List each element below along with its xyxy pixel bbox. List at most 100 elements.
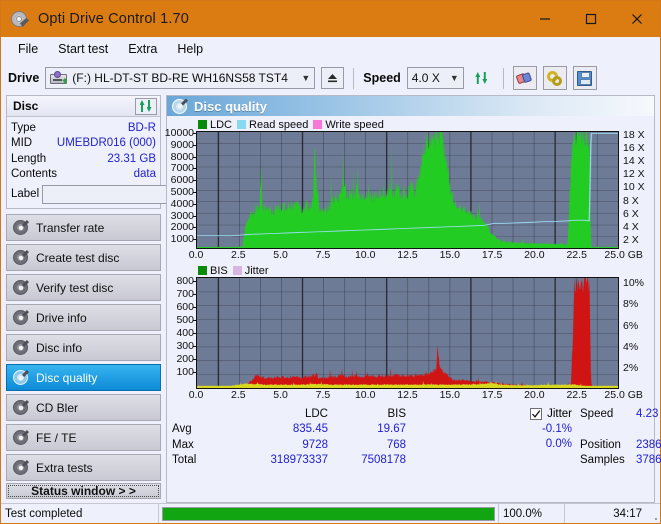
sidebar-item-transfer-rate[interactable]: Transfer rate — [6, 214, 161, 241]
axis-tick-label: 8000 — [170, 150, 194, 163]
disc-row-contents: Contents data — [11, 167, 156, 183]
erase-button[interactable] — [512, 66, 537, 90]
disc-icon — [13, 400, 29, 415]
disc-row-key: Contents — [11, 168, 58, 181]
disc-row-value: 23.31 GB — [107, 152, 156, 165]
title-bar: Opti Drive Control 1.70 — [1, 1, 660, 37]
floppy-save-icon — [577, 70, 593, 86]
jitter-checkbox[interactable] — [530, 407, 543, 420]
speed-select-value: 4.0 X — [411, 71, 440, 85]
progress-percent: 100.0% — [498, 504, 564, 523]
axis-tick-label: 10.0 — [354, 389, 376, 401]
sidebar-item-cd-bler[interactable]: CD Bler — [6, 394, 161, 421]
disc-icon — [13, 430, 29, 445]
disc-row-key: Length — [11, 152, 47, 165]
disc-row-mid: MID UMEBDR016 (000) — [11, 136, 156, 152]
ldc-x-axis: 0.0 2.5 5.0 7.5 10.0 12.5 15.0 17.5 20.0 22.5 25.0… — [189, 249, 643, 262]
measurement-key: Position — [580, 438, 621, 451]
sidebar-item-disc-info[interactable]: Disc info — [6, 334, 161, 361]
page-title: Disc quality — [194, 98, 267, 114]
axis-tick-label: 800 — [176, 275, 194, 287]
axis-tick-label: 600 — [176, 301, 194, 313]
sidebar-item-label: Create test disc — [36, 250, 120, 265]
speed-select[interactable]: 4.0 X ▼ — [406, 67, 464, 89]
bis-jitter-axis: 10% 8% 6% 4% 2% — [619, 277, 651, 389]
stats-table: LDC BIS Avg 835.45 19.67 Max 9728 768 To… — [172, 406, 462, 498]
disc-icon — [13, 280, 29, 295]
axis-tick-label: 20.0 — [524, 389, 545, 401]
axis-tick-label: 18 X — [623, 129, 645, 141]
sidebar-item-label: Disc quality — [36, 370, 98, 385]
maximize-icon[interactable] — [568, 1, 614, 37]
disc-label-caption: Label — [11, 188, 40, 200]
gear-tools-icon — [546, 70, 563, 86]
status-message: Test completed — [1, 504, 159, 523]
menu-item-file[interactable]: File — [9, 39, 47, 59]
sidebar-item-fe-te[interactable]: FE / TE — [6, 424, 161, 451]
refresh-button[interactable] — [470, 66, 494, 90]
app-window: Opti Drive Control 1.70 File Start test … — [0, 0, 661, 524]
bis-legend: BIS Jitter — [170, 264, 651, 277]
menu-bar: File Start test Extra Help — [1, 37, 660, 61]
refresh-arrows-icon — [139, 100, 153, 112]
disc-icon — [13, 310, 29, 325]
close-icon[interactable] — [614, 1, 660, 37]
menu-item-start-test[interactable]: Start test — [49, 39, 117, 59]
axis-tick-label: 3000 — [170, 209, 194, 222]
measurement-row-samples: Samples 378689 — [580, 453, 661, 469]
stats-row-total: Total 318973337 7508178 — [172, 453, 462, 469]
legend-swatch — [198, 266, 207, 275]
legend-swatch — [237, 120, 247, 129]
eject-button[interactable] — [321, 67, 345, 89]
tools-button[interactable] — [542, 66, 567, 90]
axis-tick-label: 5.0 — [273, 389, 288, 401]
disc-refresh-button[interactable] — [135, 97, 157, 115]
chevron-down-icon: ▼ — [301, 72, 311, 83]
axis-tick-label: 6% — [623, 319, 639, 332]
disc-info-panel: Disc Type BD-R MID UMEBDR016 (000) Lengt… — [6, 95, 212, 209]
sidebar-item-create-test-disc[interactable]: Create test disc — [6, 244, 161, 271]
stats-row-bis: 7508178 — [361, 454, 406, 467]
sidebar-item-drive-info[interactable]: Drive info — [6, 304, 161, 331]
axis-tick-label: 8% — [623, 298, 639, 311]
menu-item-help[interactable]: Help — [168, 39, 212, 59]
legend-ldc: LDC — [198, 119, 232, 131]
axis-tick-label: 22.5 — [566, 389, 587, 401]
axis-tick-label: 7.5 — [315, 249, 331, 261]
drive-select[interactable]: (F:) HL-DT-ST BD-RE WH16NS58 TST4 ▼ — [45, 67, 316, 89]
axis-tick-label: 9000 — [170, 138, 194, 151]
sidebar-item-verify-test-disc[interactable]: Verify test disc — [6, 274, 161, 301]
bis-plot-area[interactable] — [196, 277, 619, 389]
jitter-column: Jitter -0.1% 0.0% — [462, 406, 580, 498]
bis-x-axis: 0.0 2.5 5.0 7.5 10.0 12.5 15.0 17.5 20.0 22.5 25.0… — [189, 389, 643, 402]
axis-tick-label: 4 X — [623, 220, 639, 233]
sidebar-item-label: Disc info — [36, 340, 83, 355]
axis-tick-label: 700 — [176, 288, 194, 300]
sidebar-item-extra-tests[interactable]: Extra tests — [6, 454, 161, 481]
sidebar-item-label: Extra tests — [36, 460, 93, 475]
axis-tick-label: 10 X — [623, 181, 645, 194]
disc-panel-title: Disc — [13, 99, 39, 113]
disc-row-value: UMEBDR016 (000) — [56, 137, 156, 150]
stats-row-ldc: 9728 — [302, 438, 328, 451]
axis-tick-label: 8 X — [623, 194, 639, 207]
measurement-row-speed: Speed 4.23 X — [580, 406, 661, 422]
measurement-spacer — [580, 422, 661, 438]
axis-tick-label: 12 X — [623, 168, 645, 181]
resize-grip-icon[interactable] — [648, 504, 660, 523]
disc-row-key: MID — [11, 137, 33, 150]
axis-tick-label: 7.5 — [315, 389, 331, 401]
toolbar-divider-2 — [502, 67, 504, 89]
sidebar-item-disc-quality[interactable]: Disc quality — [6, 364, 161, 391]
status-window-button[interactable]: Status window > > — [6, 483, 161, 499]
sidebar-item-label: Verify test disc — [36, 280, 114, 295]
ldc-plot-area[interactable] — [196, 131, 619, 249]
axis-tick-label: 10.0 — [354, 249, 376, 261]
save-button[interactable] — [572, 66, 597, 90]
axis-tick-label: 0.0 — [188, 389, 204, 401]
axis-tick-label: 16 X — [623, 142, 645, 155]
legend-label: Read speed — [249, 118, 309, 131]
menu-item-extra[interactable]: Extra — [119, 39, 166, 59]
minimize-icon[interactable] — [522, 1, 568, 37]
disc-icon — [13, 370, 29, 385]
